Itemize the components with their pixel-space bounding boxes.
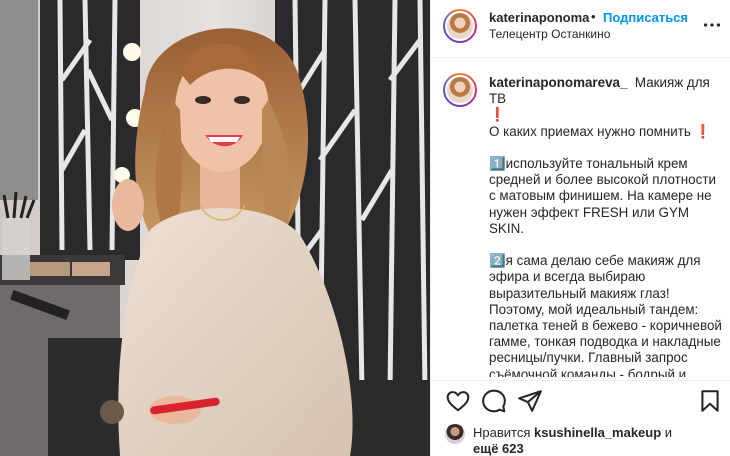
post-photo[interactable] (0, 0, 430, 456)
likes-summary: Нравится ksushinella_makeup и ещё 623 (431, 420, 730, 456)
likes-prefix: Нравится (473, 425, 531, 440)
caption-author-avatar[interactable] (443, 73, 477, 107)
likes-count-line: ещё 623 (473, 441, 524, 456)
post-location[interactable]: Телецентр Останкино (489, 27, 610, 41)
liker-username[interactable]: ksushinella_makeup (534, 425, 661, 440)
caption-text: Макияж для ТВ ❗️ О каких приемах нужно п… (489, 75, 722, 377)
post-side-panel: katerinaponoma • Подписаться Телецентр О… (430, 0, 730, 456)
caption-body: katerinaponomareva_ Макияж для ТВ ❗️ О к… (489, 75, 725, 377)
bookmark-icon[interactable] (697, 388, 723, 414)
author-username[interactable]: katerinaponoma (489, 10, 589, 25)
post-photo-illustration (0, 0, 430, 456)
post-header: katerinaponoma • Подписаться Телецентр О… (431, 0, 730, 58)
liker-avatar[interactable] (445, 424, 465, 444)
likes-line: Нравится ksushinella_makeup и (473, 425, 672, 440)
likes-and: и (664, 425, 673, 440)
heart-icon[interactable] (445, 388, 471, 414)
caption-username[interactable]: katerinaponomareva_ (489, 75, 627, 90)
likes-others-count[interactable]: ещё 623 (473, 441, 524, 456)
share-icon[interactable] (517, 388, 543, 414)
header-separator: • (591, 9, 596, 24)
follow-button[interactable]: Подписаться (603, 10, 688, 25)
post-caption: katerinaponomareva_ Макияж для ТВ ❗️ О к… (431, 59, 730, 377)
post-actions (431, 380, 730, 418)
more-horizontal-icon[interactable] (701, 14, 723, 36)
comment-icon[interactable] (481, 388, 507, 414)
author-avatar[interactable] (443, 9, 477, 43)
